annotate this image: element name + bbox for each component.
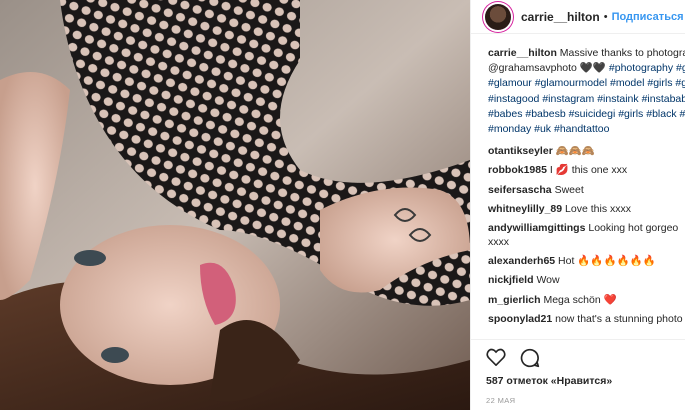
hashtag-link[interactable]: #monday xyxy=(488,123,531,135)
comment-item: whitneylilly_89 Love this xxxx xyxy=(488,202,685,216)
hashtag-link[interactable]: #photography xyxy=(609,62,673,74)
comment-item: m_gierlich Mega schön ❤️ xyxy=(488,293,685,307)
avatar[interactable] xyxy=(485,3,511,30)
comment-username[interactable]: whitneylilly_89 xyxy=(488,203,562,215)
comment-item: otantikseyler 🙈🙈🙈 xyxy=(488,144,685,158)
hashtag-link[interactable]: #black xyxy=(646,108,676,120)
hashtag-link[interactable]: #girls xyxy=(647,77,672,89)
comment-username[interactable]: robbok1985 xyxy=(488,164,547,176)
comment-list: carrie__hilton Massive thanks to photogr… xyxy=(471,34,685,326)
hashtag-link[interactable]: #uk xyxy=(534,123,551,135)
hashtag-link[interactable]: #instaink xyxy=(597,93,638,105)
hashtag-link[interactable]: #suicidegi xyxy=(569,108,616,120)
caption-mention[interactable]: @grahamsavphoto xyxy=(488,62,577,74)
action-icons xyxy=(486,348,540,368)
hashtag-link[interactable]: #babes xyxy=(488,108,522,120)
comment-text: Sweet xyxy=(554,183,584,196)
hashtag-link[interactable]: #instagram xyxy=(542,93,594,105)
hashtag-link[interactable]: #handtattoo xyxy=(554,123,609,135)
comment-username[interactable]: nickjfield xyxy=(488,274,534,286)
comment-username[interactable]: seifersascha xyxy=(488,184,552,196)
comment-username[interactable]: spoonylad21 xyxy=(488,313,552,325)
post-caption: carrie__hilton Massive thanks to photogr… xyxy=(488,46,685,137)
hashtag-link[interactable]: #girls xyxy=(618,108,643,120)
comment-item: robbok1985 I 💋 this one xxx xyxy=(488,163,685,177)
post-photo[interactable] xyxy=(0,0,470,410)
hashtag-link[interactable]: #red xyxy=(680,108,685,120)
post-date[interactable]: 22 МАЯ xyxy=(486,396,516,405)
comments-container: otantikseyler 🙈🙈🙈 robbok1985 I 💋 this one… xyxy=(488,144,685,326)
hashtag-link[interactable]: #glamour xyxy=(488,77,532,89)
post-photo-image xyxy=(0,0,470,410)
comment-username[interactable]: alexanderh65 xyxy=(488,255,555,267)
caption-emoji: 🖤🖤 xyxy=(579,62,606,75)
hashtag-link[interactable]: #girl xyxy=(675,77,685,89)
hashtag-link[interactable]: #instagood xyxy=(488,93,539,105)
post-panel: carrie__hilton • Подписаться carrie__hil… xyxy=(470,0,685,410)
comment-item: seifersascha Sweet xyxy=(488,183,685,197)
comment-text: Mega schön ❤️ xyxy=(543,293,617,306)
comment-username[interactable]: andywilliamgittings xyxy=(488,222,585,234)
hashtag-link[interactable]: #glamourmodel xyxy=(535,77,607,89)
comment-item: nickjfield Wow xyxy=(488,273,685,287)
hashtag-link[interactable]: #babesb xyxy=(525,108,565,120)
comment-text: 🙈🙈🙈 xyxy=(555,145,595,158)
separator-dot: • xyxy=(603,10,608,23)
comment-item: spoonylad21 now that's a stunning photo xyxy=(488,312,685,326)
comment-item: alexanderh65 Hot 🔥🔥🔥🔥🔥🔥 xyxy=(488,254,685,268)
likes-count[interactable]: 587 отметок «Нравится» xyxy=(486,375,612,387)
comment-icon[interactable] xyxy=(520,348,540,368)
follow-button[interactable]: Подписаться xyxy=(612,11,684,23)
heart-icon[interactable] xyxy=(486,348,506,366)
comment-username[interactable]: m_gierlich xyxy=(488,294,541,306)
comment-text: now that's a stunning photo xyxy=(555,312,683,325)
comment-text: I 💋 this one xxx xyxy=(549,164,628,177)
hashtag-link[interactable]: #glam xyxy=(676,62,685,74)
hashtag-link[interactable]: #instababes xyxy=(642,93,685,105)
comment-username[interactable]: otantikseyler xyxy=(488,145,553,157)
caption-username[interactable]: carrie__hilton xyxy=(488,47,557,59)
hashtag-link[interactable]: #model xyxy=(610,77,644,89)
comment-text: Hot 🔥🔥🔥🔥🔥🔥 xyxy=(558,255,656,268)
comment-text: Love this xxxx xyxy=(565,202,631,215)
post-header: carrie__hilton • Подписаться xyxy=(471,0,685,34)
post-actions: 587 отметок «Нравится» 22 МАЯ xyxy=(471,339,685,410)
caption-text: Massive thanks to photographer xyxy=(559,47,685,59)
header-username[interactable]: carrie__hilton xyxy=(521,10,600,24)
comment-item: andywilliamgittings Looking hot gorgeo x… xyxy=(488,221,685,249)
comment-text: Wow xyxy=(536,274,560,287)
